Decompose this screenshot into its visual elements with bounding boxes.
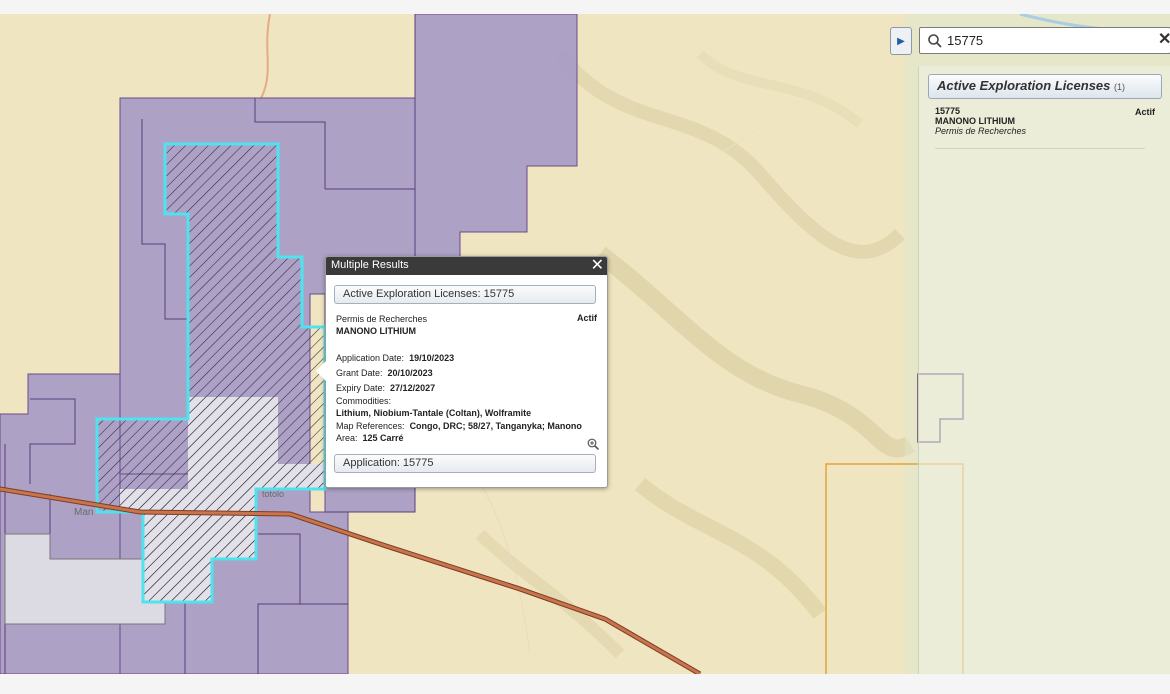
- map-references-value: Congo, DRC; 58/27, Tanganyka; Manono: [409, 421, 582, 431]
- grant-date-value: 20/10/2023: [387, 368, 433, 378]
- zoom-to-icon[interactable]: [587, 438, 599, 450]
- info-popup: Multiple Results ✕ Active Exploration Li…: [316, 256, 608, 488]
- clear-search-icon[interactable]: ✕: [1158, 31, 1170, 49]
- results-count: (1): [1114, 82, 1126, 92]
- panel-toggle-button[interactable]: ▶: [890, 27, 912, 55]
- layer-result-button[interactable]: Active Exploration Licenses: 15775: [334, 285, 596, 304]
- trail: [599, 33, 901, 235]
- area-label: Area:: [336, 433, 358, 443]
- result-status: Actif: [1135, 107, 1155, 117]
- expiry-date-row: Expiry Date: 27/12/2027: [336, 383, 435, 393]
- result-name: MANONO LITHIUM: [935, 116, 1015, 126]
- results-panel-title: Active Exploration Licenses: [937, 78, 1111, 93]
- popup-title-bar: Multiple Results ✕: [326, 257, 607, 275]
- result-type: Permis de Recherches: [935, 126, 1027, 136]
- area-row: Area: 125 Carré: [336, 433, 404, 443]
- application-date-value: 19/10/2023: [409, 353, 455, 363]
- application-date-label: Application Date:: [336, 353, 405, 363]
- popup-title: Multiple Results: [331, 259, 409, 271]
- town-label-mid: totolo: [262, 489, 284, 499]
- area-value: 125 Carré: [362, 433, 404, 443]
- play-arrow-icon: ▶: [897, 35, 905, 47]
- popup-pointer: [316, 361, 326, 381]
- search-input[interactable]: [947, 31, 1147, 50]
- license-type: Permis de Recherches: [336, 314, 428, 324]
- result-id: 15775: [935, 106, 961, 116]
- search-icon: [928, 34, 942, 48]
- commodities-value: Lithium, Niobium-Tantale (Coltan), Wolfr…: [336, 408, 532, 418]
- expiry-date-label: Expiry Date:: [336, 383, 386, 393]
- search-box[interactable]: ✕: [919, 27, 1170, 54]
- close-icon[interactable]: ✕: [591, 255, 604, 275]
- application-date-row: Application Date: 19/10/2023: [336, 353, 454, 363]
- results-panel: Active Exploration Licenses (1) 15775 MA…: [918, 66, 1170, 674]
- commodities-label: Commodities:: [336, 396, 392, 406]
- results-panel-header[interactable]: Active Exploration Licenses (1): [928, 74, 1162, 99]
- map-references-row: Map References: Congo, DRC; 58/27, Tanga…: [336, 421, 582, 431]
- grant-date-label: Grant Date:: [336, 368, 383, 378]
- grant-date-row: Grant Date: 20/10/2023: [336, 368, 433, 378]
- bottom-bar: [0, 674, 1170, 694]
- expiry-date-value: 27/12/2027: [390, 383, 436, 393]
- map-references-label: Map References:: [336, 421, 405, 431]
- town-label-left: Man: [74, 507, 93, 518]
- trail: [257, 14, 271, 105]
- license-status: Actif: [577, 313, 597, 323]
- license-name: MANONO LITHIUM: [336, 326, 416, 336]
- application-button[interactable]: Application: 15775: [334, 454, 596, 473]
- list-item[interactable]: 15775 MANONO LITHIUM Permis de Recherche…: [935, 106, 1155, 149]
